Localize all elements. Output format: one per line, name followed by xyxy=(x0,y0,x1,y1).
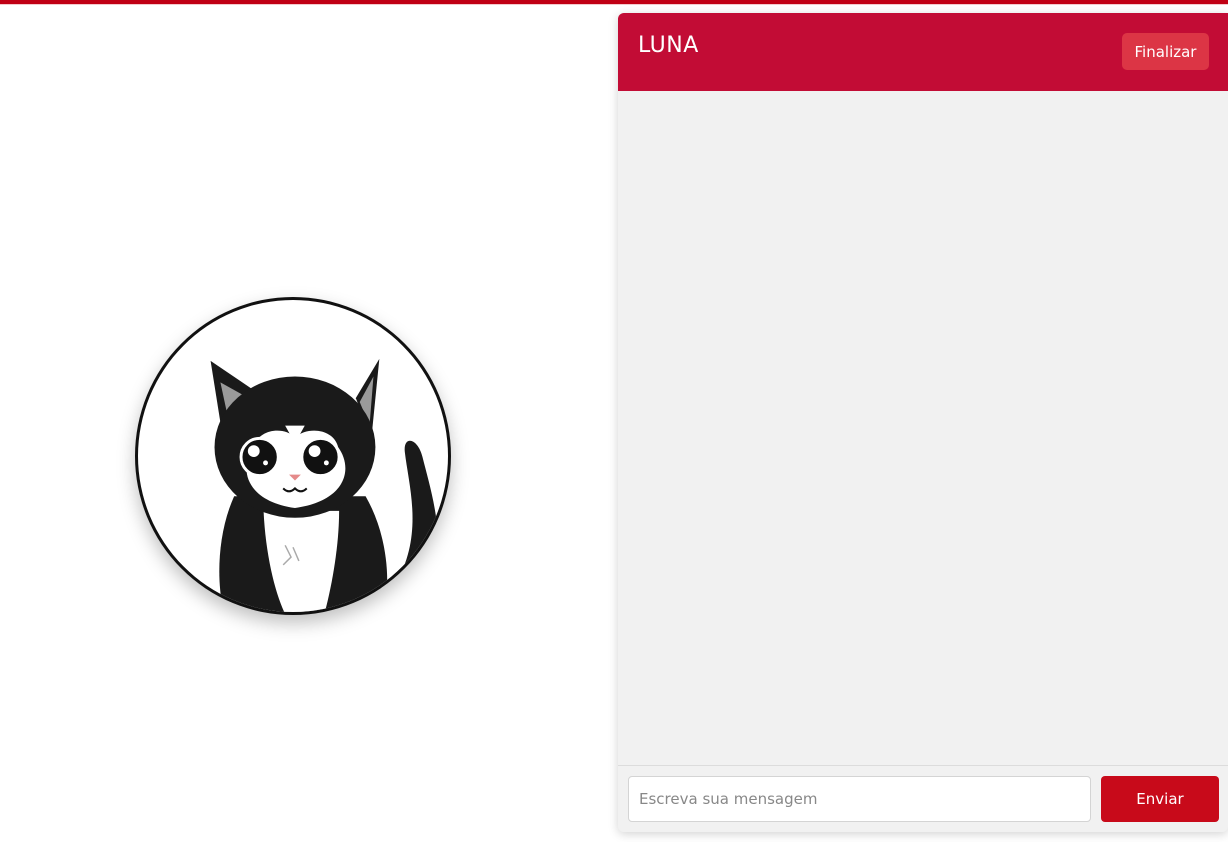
cat-avatar xyxy=(135,297,451,615)
finish-button[interactable]: Finalizar xyxy=(1122,33,1209,70)
cat-avatar-icon xyxy=(210,358,439,612)
chat-panel: LUNA Finalizar Enviar xyxy=(618,13,1228,832)
message-input[interactable] xyxy=(628,776,1091,822)
chat-header: LUNA Finalizar xyxy=(618,13,1228,91)
message-list[interactable] xyxy=(618,91,1228,765)
top-accent-divider xyxy=(0,4,1228,5)
chat-title: LUNA xyxy=(638,33,699,58)
message-composer: Enviar xyxy=(618,765,1228,832)
send-button[interactable]: Enviar xyxy=(1101,776,1219,822)
